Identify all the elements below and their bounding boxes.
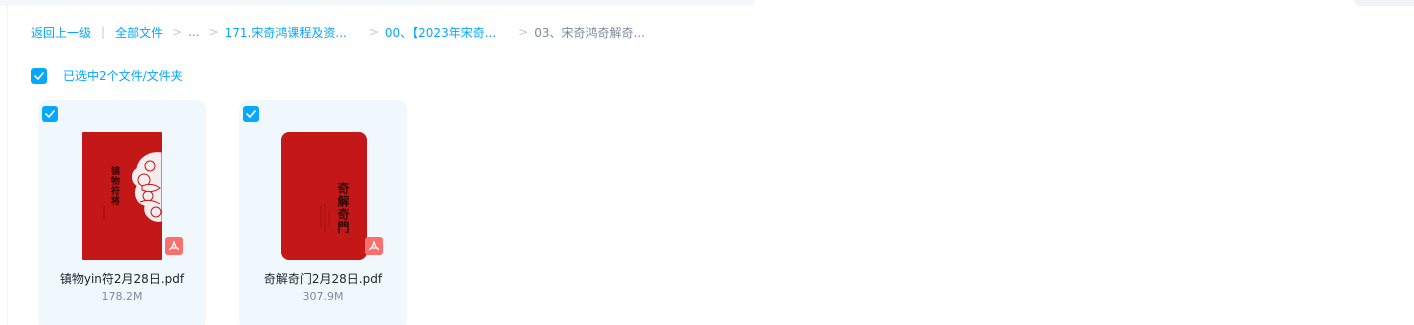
chevron-right-icon: >: [518, 25, 529, 39]
file-browser-page: 返回上一级 | 全部文件 > ... > 171.宋奇鸿课程及资... > 00…: [0, 0, 1414, 325]
toolbar-edge: [1354, 0, 1414, 6]
file-thumbnail: 奇解奇門: [281, 132, 367, 260]
chevron-right-icon: >: [172, 25, 183, 39]
file-name[interactable]: 奇解奇门2月28日.pdf: [239, 270, 407, 287]
back-link[interactable]: 返回上一级: [31, 24, 91, 41]
file-card[interactable]: 奇解奇門 奇解奇门2月28日.pdf 307.9M: [239, 100, 407, 325]
cover-decoration: [320, 204, 330, 232]
search-bar-edge: [0, 0, 756, 6]
lion-mask-illustration: [103, 151, 162, 223]
breadcrumb: 返回上一级 | 全部文件 > ... > 171.宋奇鸿课程及资... > 00…: [31, 22, 645, 42]
select-all-checkbox[interactable]: [31, 67, 47, 84]
file-checkbox[interactable]: [243, 106, 259, 122]
file-card[interactable]: 镇物符将 镇物yin符2月28日.pdf 178.2M: [38, 100, 206, 325]
selection-bar: 已选中2个文件/文件夹: [31, 67, 183, 84]
cover-title: 奇解奇門: [336, 182, 350, 234]
breadcrumb-current-folder: 03、宋奇鸿奇解奇...: [534, 25, 645, 40]
checkmark-icon: [34, 71, 44, 80]
file-checkbox[interactable]: [42, 106, 58, 122]
file-size: 307.9M: [302, 290, 344, 303]
pdf-icon: [165, 237, 183, 255]
breadcrumb-folder-2[interactable]: 00、【2023年宋奇...: [385, 24, 496, 41]
breadcrumb-divider: |: [101, 25, 106, 39]
checkmark-icon: [45, 110, 55, 118]
sidebar-divider: [7, 0, 8, 325]
file-thumbnail: 镇物符将: [82, 132, 162, 260]
pdf-icon: [365, 237, 383, 255]
breadcrumb-ellipsis[interactable]: ...: [188, 25, 199, 39]
breadcrumb-folder-1[interactable]: 171.宋奇鸿课程及资...: [225, 24, 347, 41]
cover-title: 镇物符将: [109, 166, 119, 206]
selection-count-label: 已选中2个文件/文件夹: [63, 69, 183, 83]
chevron-right-icon: >: [368, 25, 379, 39]
breadcrumb-all-files[interactable]: 全部文件: [115, 24, 163, 41]
checkmark-icon: [246, 110, 256, 118]
file-name[interactable]: 镇物yin符2月28日.pdf: [38, 270, 206, 287]
chevron-right-icon: >: [208, 25, 219, 39]
file-size: 178.2M: [101, 290, 143, 303]
